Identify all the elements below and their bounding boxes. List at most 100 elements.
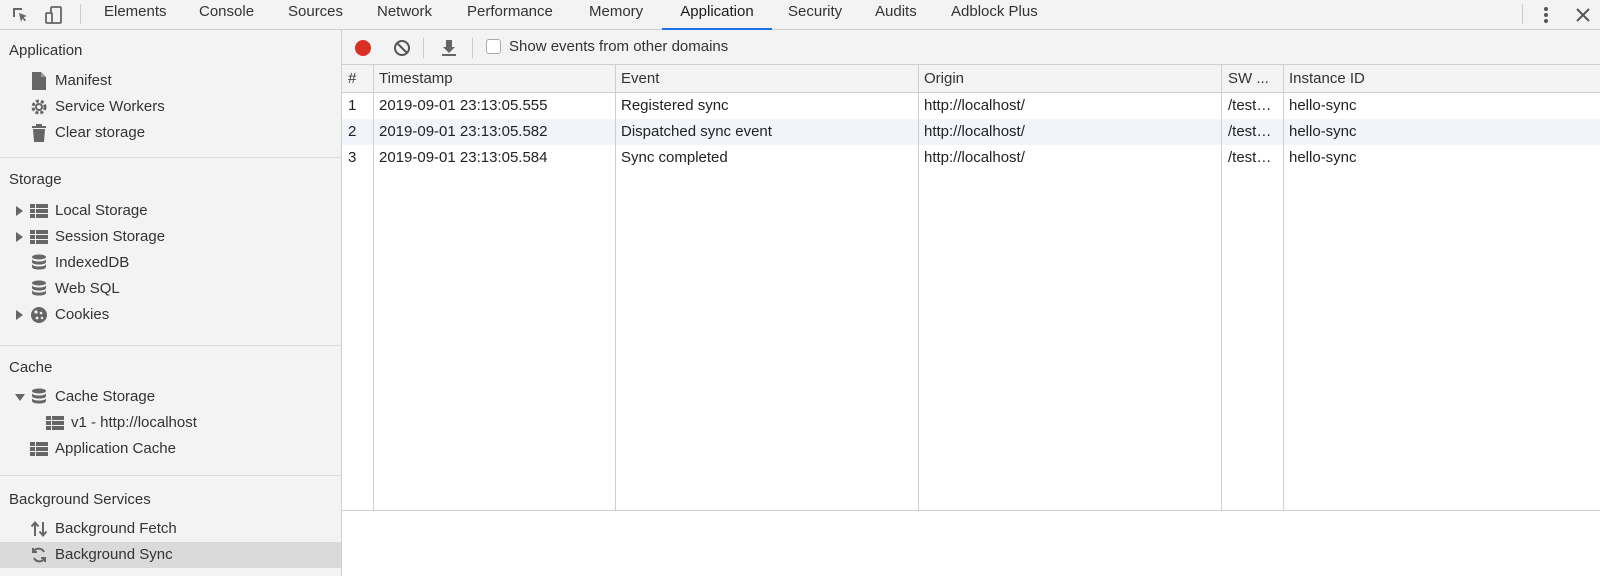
sidebar-item-label: Background Sync xyxy=(55,546,173,563)
table-header: # Timestamp Event Origin SW ... Instance… xyxy=(342,65,1600,93)
collapse-arrow-icon[interactable] xyxy=(15,394,25,401)
table-icon xyxy=(46,414,64,432)
table-row[interactable]: 2 2019-09-01 23:13:05.582 Dispatched syn… xyxy=(342,119,1600,145)
inspect-element-icon[interactable] xyxy=(9,4,31,26)
table-icon xyxy=(30,202,48,220)
cell-origin: http://localhost/ xyxy=(924,97,1025,114)
table-row[interactable]: 3 2019-09-01 23:13:05.584 Sync completed… xyxy=(342,145,1600,171)
section-title-storage: Storage xyxy=(9,171,62,188)
sidebar-item-web-sql[interactable]: Web SQL xyxy=(0,276,341,302)
show-other-domains-checkbox[interactable] xyxy=(486,39,501,54)
toolbar-divider xyxy=(472,38,473,58)
expand-arrow-icon[interactable] xyxy=(16,232,23,242)
sidebar-item-manifest[interactable]: Manifest xyxy=(0,68,341,94)
sidebar: Application Manifest Service Workers Cle… xyxy=(0,30,342,576)
cell-instance-id: hello-sync xyxy=(1289,97,1357,114)
save-events-button[interactable] xyxy=(438,37,460,59)
events-toolbar: Show events from other domains xyxy=(342,30,1600,65)
cell-sw-scope: /test… xyxy=(1228,149,1272,166)
toolbar-divider xyxy=(80,4,81,24)
cell-timestamp: 2019-09-01 23:13:05.582 xyxy=(379,123,548,140)
cell-index: 3 xyxy=(348,149,357,166)
section-title-cache: Cache xyxy=(9,359,53,376)
cell-timestamp: 2019-09-01 23:13:05.584 xyxy=(379,149,548,166)
column-divider[interactable] xyxy=(918,65,919,511)
tab-console[interactable]: Console xyxy=(197,0,256,30)
column-divider[interactable] xyxy=(1283,65,1284,511)
record-button[interactable] xyxy=(352,37,374,59)
gear-icon xyxy=(30,98,48,116)
more-options-icon[interactable] xyxy=(1535,4,1557,26)
column-divider[interactable] xyxy=(615,65,616,511)
sidebar-item-label: Cookies xyxy=(55,306,110,323)
sidebar-item-label: Manifest xyxy=(55,72,112,89)
section-divider xyxy=(0,475,341,476)
cell-origin: http://localhost/ xyxy=(924,149,1025,166)
sidebar-item-indexeddb[interactable]: IndexedDB xyxy=(0,250,341,276)
sidebar-item-clear-storage[interactable]: Clear storage xyxy=(0,120,341,146)
column-header-timestamp[interactable]: Timestamp xyxy=(379,70,453,87)
sync-icon xyxy=(30,546,48,564)
cell-timestamp: 2019-09-01 23:13:05.555 xyxy=(379,97,548,114)
sidebar-item-cache-v1[interactable]: v1 - http://localhost xyxy=(0,410,341,436)
sidebar-item-application-cache[interactable]: Application Cache xyxy=(0,436,341,462)
sidebar-item-label: Local Storage xyxy=(55,202,148,219)
table-row[interactable]: 1 2019-09-01 23:13:05.555 Registered syn… xyxy=(342,93,1600,119)
close-icon[interactable] xyxy=(1572,4,1594,26)
sidebar-item-session-storage[interactable]: Session Storage xyxy=(0,224,341,250)
tab-performance[interactable]: Performance xyxy=(465,0,555,30)
column-divider[interactable] xyxy=(373,65,374,511)
tab-audits[interactable]: Audits xyxy=(873,0,919,30)
column-header-origin[interactable]: Origin xyxy=(924,70,964,87)
sidebar-item-service-workers[interactable]: Service Workers xyxy=(0,94,341,120)
device-toolbar-icon[interactable] xyxy=(43,4,65,26)
tab-sources[interactable]: Sources xyxy=(286,0,345,30)
database-icon xyxy=(30,280,48,298)
column-header-event[interactable]: Event xyxy=(621,70,659,87)
trash-icon xyxy=(30,124,48,142)
sidebar-item-cache-storage[interactable]: Cache Storage xyxy=(0,384,341,410)
column-divider[interactable] xyxy=(1221,65,1222,511)
document-icon xyxy=(30,72,48,90)
clear-button[interactable] xyxy=(391,37,413,59)
tab-security[interactable]: Security xyxy=(786,0,844,30)
column-header-index[interactable]: # xyxy=(348,70,356,87)
show-other-domains-label[interactable]: Show events from other domains xyxy=(509,38,728,55)
events-table: # Timestamp Event Origin SW ... Instance… xyxy=(342,65,1600,511)
tab-adblock-plus[interactable]: Adblock Plus xyxy=(949,0,1040,30)
up-down-arrows-icon xyxy=(30,520,48,538)
cell-event: Dispatched sync event xyxy=(621,123,772,140)
devtools-tab-bar: Elements Console Sources Network Perform… xyxy=(0,0,1600,30)
table-icon xyxy=(30,440,48,458)
sidebar-item-label: Application Cache xyxy=(55,440,176,457)
sidebar-item-label: Web SQL xyxy=(55,280,120,297)
expand-arrow-icon[interactable] xyxy=(16,206,23,216)
cell-origin: http://localhost/ xyxy=(924,123,1025,140)
sidebar-item-label: Service Workers xyxy=(55,98,165,115)
section-divider xyxy=(0,345,341,346)
sidebar-item-cookies[interactable]: Cookies xyxy=(0,302,341,328)
section-title-application: Application xyxy=(9,42,83,59)
tab-application[interactable]: Application xyxy=(662,0,772,30)
sidebar-item-label: Cache Storage xyxy=(55,388,156,405)
sidebar-item-background-sync[interactable]: Background Sync xyxy=(0,542,341,568)
sidebar-item-label: Session Storage xyxy=(55,228,166,245)
tab-elements[interactable]: Elements xyxy=(102,0,169,30)
section-divider xyxy=(0,157,341,158)
table-icon xyxy=(30,228,48,246)
tab-network[interactable]: Network xyxy=(375,0,434,30)
sidebar-item-label: IndexedDB xyxy=(55,254,130,271)
cell-event: Registered sync xyxy=(621,97,729,114)
sidebar-item-label: v1 - http://localhost xyxy=(71,414,197,431)
column-header-sw-scope[interactable]: SW ... xyxy=(1228,70,1269,87)
sidebar-item-label: Background Fetch xyxy=(55,520,177,537)
cell-sw-scope: /test… xyxy=(1228,97,1272,114)
column-header-instance-id[interactable]: Instance ID xyxy=(1289,70,1365,87)
section-title-background-services: Background Services xyxy=(9,491,151,508)
sidebar-item-local-storage[interactable]: Local Storage xyxy=(0,198,341,224)
sidebar-item-background-fetch[interactable]: Background Fetch xyxy=(0,516,341,542)
cell-index: 2 xyxy=(348,123,357,140)
expand-arrow-icon[interactable] xyxy=(16,310,23,320)
tab-memory[interactable]: Memory xyxy=(587,0,645,30)
database-icon xyxy=(30,388,48,406)
